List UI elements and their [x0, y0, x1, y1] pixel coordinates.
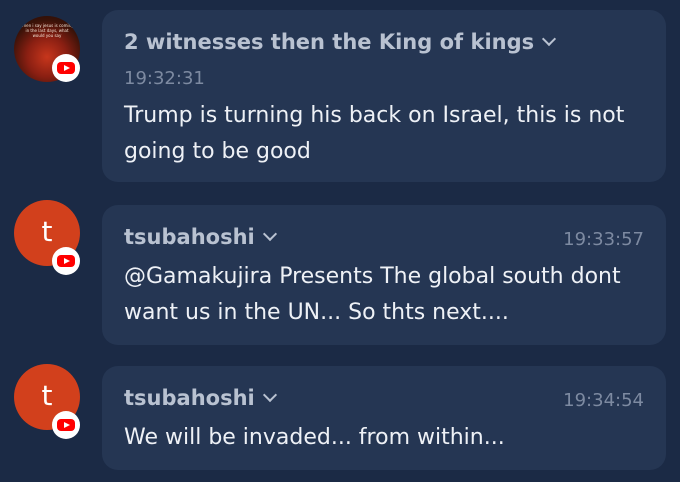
author-label: 2 witnesses then the King of kings [124, 30, 535, 54]
chat-feed: when i say jesus is coming in the last d… [0, 0, 680, 482]
timestamp: 19:32:31 [124, 68, 205, 89]
chevron-down-icon[interactable] [262, 387, 277, 403]
author-label: tsubahoshi [124, 386, 255, 410]
timestamp: 19:33:57 [563, 229, 644, 250]
message-text: @Gamakujira Presents The global south do… [124, 264, 621, 325]
avatar-thumbnail-text: when i say jesus is coming in the last d… [20, 23, 74, 38]
youtube-icon [52, 247, 80, 275]
youtube-icon [52, 54, 80, 82]
chevron-down-icon[interactable] [542, 31, 557, 47]
author-name[interactable]: tsubahoshi [124, 225, 277, 249]
message-bubble: 2 witnesses then the King of kings 19:32… [102, 10, 666, 182]
message-text: We will be invaded... from within... [124, 425, 505, 450]
chevron-down-icon[interactable] [262, 226, 277, 242]
message-bubble: tsubahoshi 19:33:57 @Gamakujira Presents… [102, 205, 666, 345]
author-label: tsubahoshi [124, 225, 255, 249]
youtube-icon [52, 411, 80, 439]
author-name[interactable]: tsubahoshi [124, 386, 277, 410]
author-name[interactable]: 2 witnesses then the King of kings [124, 30, 557, 54]
message-text: Trump is turning his back on Israel, thi… [124, 103, 625, 164]
message-bubble: tsubahoshi 19:34:54 We will be invaded..… [102, 366, 666, 470]
timestamp: 19:34:54 [563, 390, 644, 411]
